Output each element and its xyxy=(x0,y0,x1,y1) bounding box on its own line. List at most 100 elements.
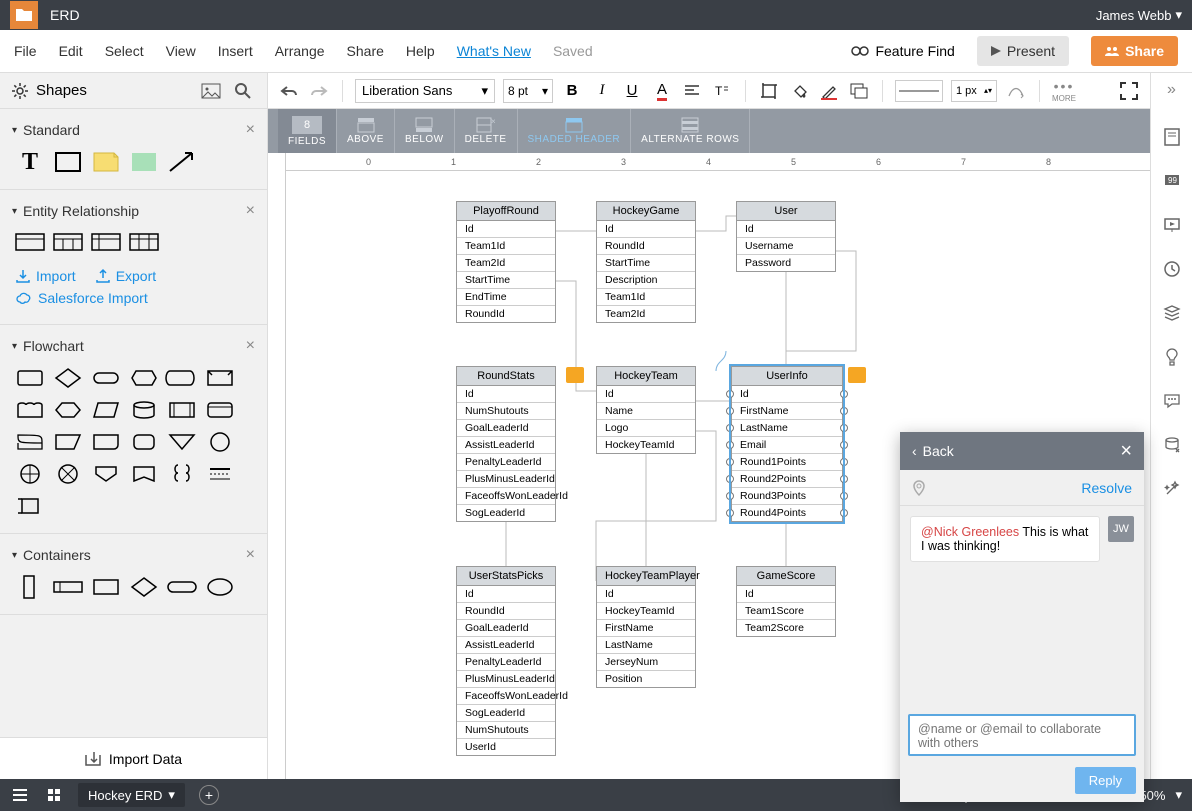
table-header[interactable]: UserInfo xyxy=(732,367,842,386)
table-row[interactable]: Name xyxy=(597,403,695,420)
table-header[interactable]: HockeyTeamPlayer xyxy=(597,567,695,586)
table-row[interactable]: JerseyNum xyxy=(597,654,695,671)
table-row[interactable]: Round4Points xyxy=(732,505,842,521)
shape-note[interactable] xyxy=(92,151,120,173)
list-view-icon[interactable] xyxy=(10,785,30,805)
add-above-button[interactable]: ABOVE xyxy=(337,109,395,153)
table-header[interactable]: PlayoffRound xyxy=(457,202,555,221)
folder-icon[interactable] xyxy=(10,1,38,29)
shape-flowchart-11[interactable] xyxy=(206,399,234,421)
shape-flowchart-15[interactable] xyxy=(130,431,158,453)
align-button[interactable] xyxy=(681,80,703,102)
redo-button[interactable] xyxy=(308,80,330,102)
table-row[interactable]: Id xyxy=(457,586,555,603)
erd-table-userinfo[interactable]: UserInfoIdFirstNameLastNameEmailRound1Po… xyxy=(731,366,843,522)
add-below-button[interactable]: BELOW xyxy=(395,109,455,153)
dock-data-icon[interactable] xyxy=(1160,433,1184,457)
menu-edit[interactable]: Edit xyxy=(59,43,83,59)
shape-flowchart-14[interactable] xyxy=(92,431,120,453)
erd-table-gamescore[interactable]: GameScoreIdTeam1ScoreTeam2Score xyxy=(736,566,836,637)
section-header-containers[interactable]: ▾ Containers × xyxy=(0,542,267,570)
fullscreen-button[interactable] xyxy=(1118,80,1140,102)
dock-history-icon[interactable] xyxy=(1160,257,1184,281)
table-row[interactable]: StartTime xyxy=(457,272,555,289)
table-row[interactable]: PlusMinusLeaderId xyxy=(457,671,555,688)
export-link[interactable]: Export xyxy=(96,268,156,284)
fill-button[interactable] xyxy=(788,80,810,102)
menu-arrange[interactable]: Arrange xyxy=(275,43,325,59)
table-row[interactable]: Team2Score xyxy=(737,620,835,636)
table-row[interactable]: Team2Id xyxy=(597,306,695,322)
close-icon[interactable]: × xyxy=(246,121,255,139)
undo-button[interactable] xyxy=(278,80,300,102)
menu-share[interactable]: Share xyxy=(347,43,384,59)
erd-table-hockeygame[interactable]: HockeyGameIdRoundIdStartTimeDescriptionT… xyxy=(596,201,696,323)
shape-flowchart-19[interactable] xyxy=(54,463,82,485)
underline-button[interactable]: U xyxy=(621,80,643,102)
close-icon[interactable]: × xyxy=(246,202,255,220)
delete-row-button[interactable]: ×DELETE xyxy=(455,109,518,153)
shape-flowchart-9[interactable] xyxy=(130,399,158,421)
menu-insert[interactable]: Insert xyxy=(218,43,253,59)
table-row[interactable]: Round3Points xyxy=(732,488,842,505)
shape-text[interactable]: T xyxy=(16,151,44,173)
reply-button[interactable]: Reply xyxy=(1075,767,1136,794)
table-row[interactable]: Description xyxy=(597,272,695,289)
share-button[interactable]: Share xyxy=(1091,36,1178,66)
gear-icon[interactable] xyxy=(12,83,28,99)
erd-table-roundstats[interactable]: RoundStatsIdNumShutoutsGoalLeaderIdAssis… xyxy=(456,366,556,522)
table-row[interactable]: PenaltyLeaderId xyxy=(457,454,555,471)
erd-table-playoffround[interactable]: PlayoffRoundIdTeam1IdTeam2IdStartTimeEnd… xyxy=(456,201,556,323)
shape-flowchart-4[interactable] xyxy=(168,367,196,389)
erd-table-userstatspicks[interactable]: UserStatsPicksIdRoundIdGoalLeaderIdAssis… xyxy=(456,566,556,756)
table-row[interactable]: FirstName xyxy=(597,620,695,637)
border-color-button[interactable] xyxy=(818,80,840,102)
table-row[interactable]: NumShutouts xyxy=(457,722,555,739)
section-header-flowchart[interactable]: ▾ Flowchart × xyxy=(0,333,267,361)
back-button[interactable]: ‹ Back xyxy=(912,443,954,459)
section-header-standard[interactable]: ▾ Standard × xyxy=(0,117,267,145)
table-row[interactable]: UserId xyxy=(457,739,555,755)
dock-comment-icon[interactable]: 99 xyxy=(1160,169,1184,193)
table-row[interactable]: Email xyxy=(732,437,842,454)
shaded-header-button[interactable]: SHADED HEADER xyxy=(518,109,632,153)
table-row[interactable]: Username xyxy=(737,238,835,255)
shape-flowchart-8[interactable] xyxy=(92,399,120,421)
shape-er-1[interactable] xyxy=(16,232,44,254)
table-row[interactable]: Id xyxy=(457,221,555,238)
table-header[interactable]: GameScore xyxy=(737,567,835,586)
collapse-dock-button[interactable]: » xyxy=(1167,81,1176,99)
table-row[interactable]: Team2Id xyxy=(457,255,555,272)
table-row[interactable]: LastName xyxy=(597,637,695,654)
close-icon[interactable]: × xyxy=(246,546,255,564)
table-row[interactable]: SogLeaderId xyxy=(457,705,555,722)
menu-select[interactable]: Select xyxy=(105,43,144,59)
font-size-select[interactable]: 8 pt▾ xyxy=(503,79,553,103)
shape-block[interactable] xyxy=(130,151,158,173)
table-row[interactable]: Id xyxy=(732,386,842,403)
salesforce-import-link[interactable]: Salesforce Import xyxy=(16,290,148,306)
grid-view-icon[interactable] xyxy=(44,785,64,805)
shape-flowchart-10[interactable] xyxy=(168,399,196,421)
text-options-button[interactable]: T xyxy=(711,80,733,102)
table-row[interactable]: Team1Score xyxy=(737,603,835,620)
dock-paint-icon[interactable] xyxy=(1160,345,1184,369)
shape-container-4[interactable] xyxy=(130,576,158,598)
table-row[interactable]: AssistLeaderId xyxy=(457,637,555,654)
shape-flowchart-18[interactable] xyxy=(16,463,44,485)
shape-flowchart-7[interactable] xyxy=(54,399,82,421)
table-row[interactable]: PlusMinusLeaderId xyxy=(457,471,555,488)
section-header-er[interactable]: ▾ Entity Relationship × xyxy=(0,198,267,226)
dock-magic-icon[interactable] xyxy=(1160,477,1184,501)
shape-rect[interactable] xyxy=(54,151,82,173)
alternate-rows-button[interactable]: ALTERNATE ROWS xyxy=(631,109,750,153)
search-icon[interactable] xyxy=(231,79,255,103)
close-icon[interactable]: × xyxy=(246,337,255,355)
bold-button[interactable]: B xyxy=(561,80,583,102)
line-width-select[interactable]: 1 px▴▾ xyxy=(951,80,997,102)
table-row[interactable]: SogLeaderId xyxy=(457,505,555,521)
import-link[interactable]: Import xyxy=(16,268,76,284)
menu-help[interactable]: Help xyxy=(406,43,435,59)
table-row[interactable]: Id xyxy=(597,221,695,238)
table-row[interactable]: Id xyxy=(597,386,695,403)
